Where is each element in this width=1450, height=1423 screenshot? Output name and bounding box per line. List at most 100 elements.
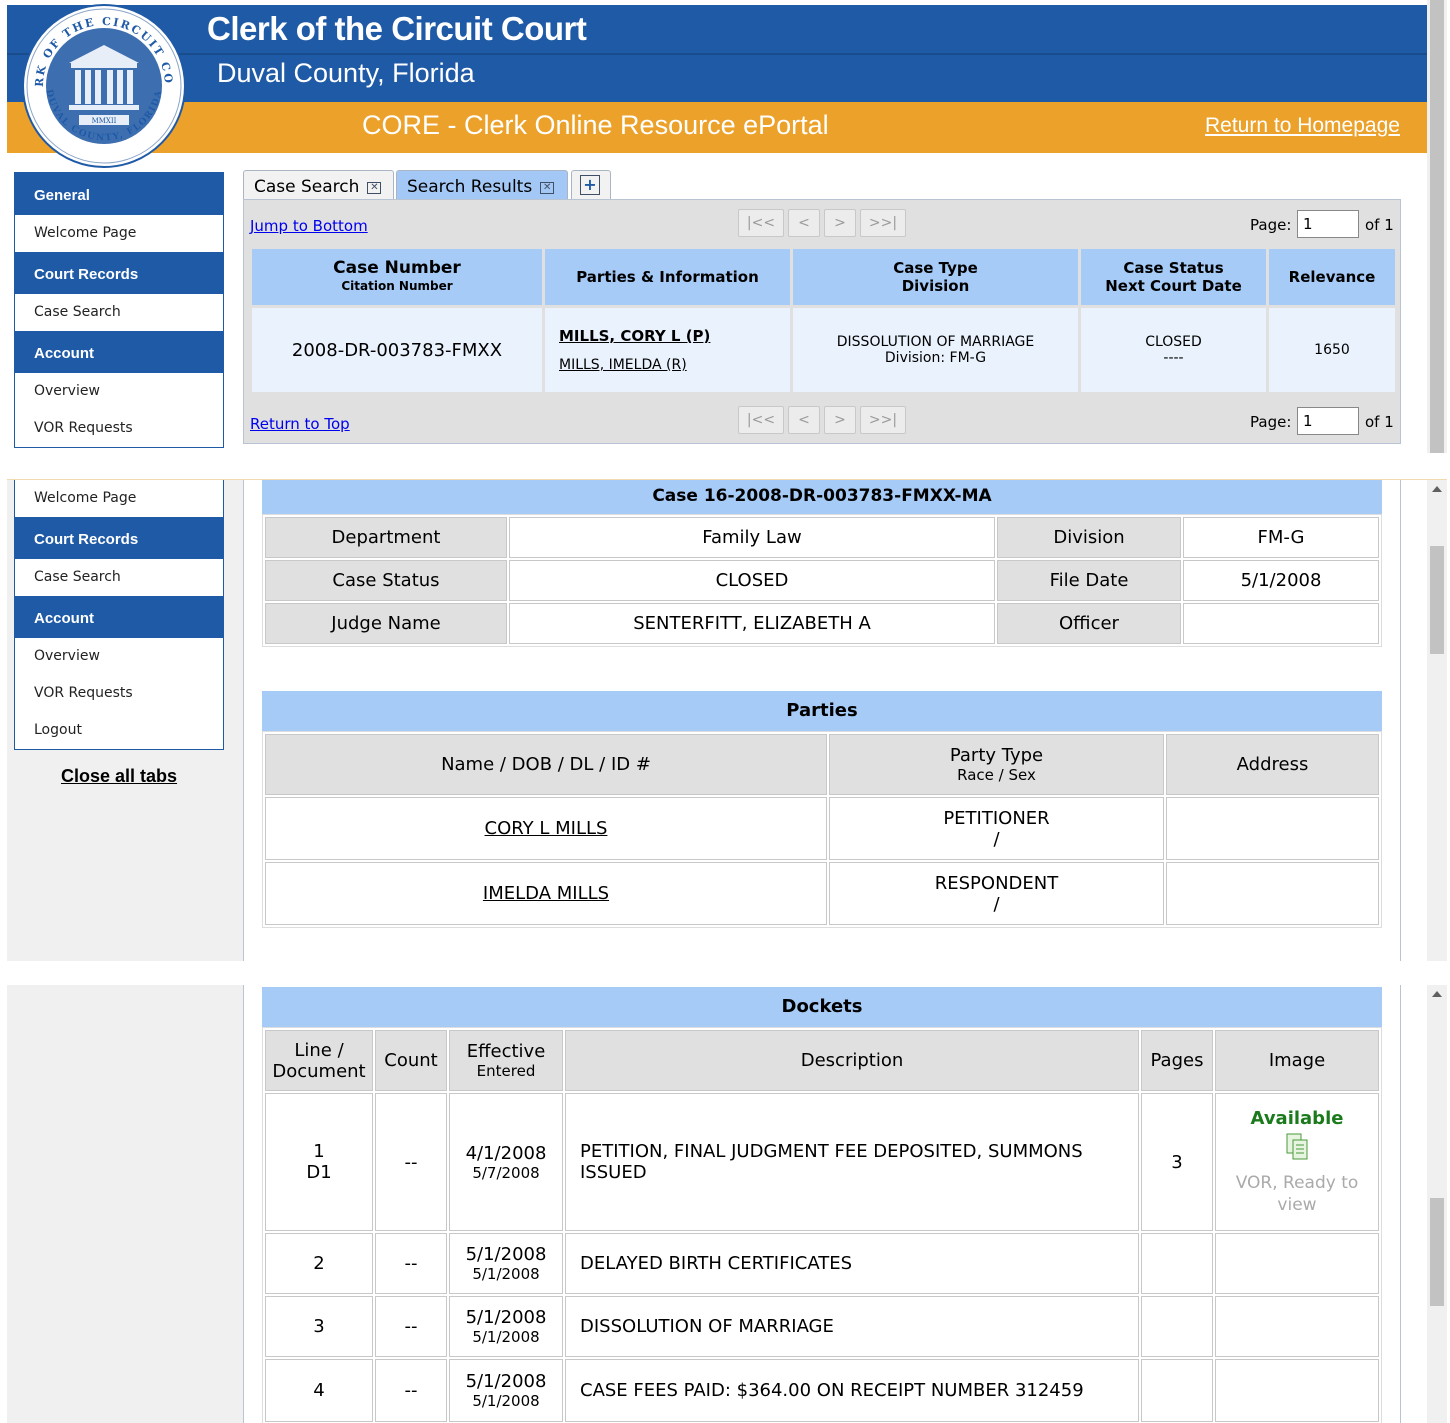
- col-title: Document: [272, 1060, 366, 1082]
- col-pages: Pages: [1141, 1030, 1213, 1091]
- col-case-status[interactable]: Case Status Next Court Date: [1081, 249, 1266, 305]
- close-icon[interactable]: ✕: [540, 182, 555, 194]
- page-scrollbar[interactable]: [1427, 480, 1447, 961]
- next-date-value: ----: [1163, 350, 1184, 366]
- date-cell: 5/1/2008 5/1/2008: [449, 1296, 563, 1357]
- next-page-button[interactable]: >: [824, 209, 856, 237]
- table-row: 2 -- 5/1/2008 5/1/2008 DELAYED BIRTH CERT…: [265, 1233, 1379, 1294]
- col-description: Description: [565, 1030, 1139, 1091]
- page-scrollbar[interactable]: [1427, 0, 1447, 453]
- party-link[interactable]: MILLS, CORY L (P): [559, 327, 790, 345]
- col-subtitle: Next Court Date: [1105, 277, 1242, 295]
- sidebar-item-overview[interactable]: Overview: [15, 638, 223, 675]
- entered-date: 5/1/2008: [472, 1328, 540, 1346]
- party-type: RESPONDENT: [934, 872, 1059, 894]
- pages-cell: [1141, 1359, 1213, 1422]
- col-image: Image: [1215, 1030, 1379, 1091]
- case-title: Case 16-2008-DR-003783-FMXX-MA: [262, 480, 1382, 514]
- table-row[interactable]: 2008-DR-003783-FMXX MILLS, CORY L (P) MI…: [252, 308, 1395, 392]
- tab-case-search[interactable]: Case Search ✕: [243, 170, 394, 200]
- case-info-table: Department Family Law Division FM-G Case…: [262, 514, 1382, 647]
- last-page-button[interactable]: >>|: [860, 209, 906, 237]
- table-row: CORY L MILLS PETITIONER /: [265, 797, 1379, 860]
- page-scrollbar[interactable]: [1427, 985, 1447, 1423]
- page-number-input[interactable]: [1297, 407, 1359, 435]
- next-page-button[interactable]: >: [824, 406, 856, 434]
- image-cell: [1215, 1296, 1379, 1357]
- date-cell: 4/1/2008 5/7/2008: [449, 1093, 563, 1231]
- return-to-homepage-link[interactable]: Return to Homepage: [1205, 114, 1400, 138]
- case-number-cell[interactable]: 2008-DR-003783-FMXX: [252, 308, 542, 392]
- add-tab-button[interactable]: +: [571, 170, 611, 200]
- sidebar-heading-account: Account: [15, 331, 223, 373]
- prev-page-button[interactable]: <: [788, 406, 820, 434]
- return-to-top-link[interactable]: Return to Top: [250, 415, 350, 433]
- race-sex: /: [993, 828, 1000, 850]
- search-results-panel: Jump to Bottom |<< < > >>| Page: of 1 Ca…: [243, 199, 1401, 444]
- image-cell: Available VOR, Ready to view: [1215, 1093, 1379, 1231]
- count-cell: --: [375, 1359, 447, 1422]
- col-line: Line / Document: [265, 1030, 373, 1091]
- parties-title: Parties: [262, 691, 1382, 731]
- sidebar-item-logout[interactable]: Logout: [15, 712, 223, 749]
- prev-page-button[interactable]: <: [788, 209, 820, 237]
- status-cell: CLOSED ----: [1081, 308, 1266, 392]
- party-name-link[interactable]: IMELDA MILLS: [483, 883, 609, 904]
- first-page-button[interactable]: |<<: [738, 209, 784, 237]
- col-relevance[interactable]: Relevance: [1269, 249, 1395, 305]
- tab-label: Search Results: [407, 177, 533, 197]
- division-value: Division: FM-G: [884, 350, 987, 366]
- close-all-tabs-link[interactable]: Close all tabs: [61, 766, 177, 787]
- division-label: Division: [997, 517, 1181, 558]
- last-page-button[interactable]: >>|: [860, 406, 906, 434]
- col-case-type[interactable]: Case Type Division: [793, 249, 1078, 305]
- tab-search-results[interactable]: Search Results ✕: [396, 170, 568, 200]
- file-date-value: 5/1/2008: [1183, 560, 1379, 601]
- pages-cell: 3: [1141, 1093, 1213, 1231]
- page-count: of 1: [1365, 216, 1394, 234]
- results-table: Case Number Citation Number Parties & Inf…: [249, 249, 1398, 392]
- party-link[interactable]: MILLS, IMELDA (R): [559, 357, 790, 373]
- sidebar-item-welcome[interactable]: Welcome Page: [15, 480, 223, 517]
- dockets-panel: Dockets Line / Document Count Effective En…: [243, 985, 1401, 1423]
- dockets-screen: Dockets Line / Document Count Effective En…: [7, 985, 1447, 1423]
- sidebar-item-case-search[interactable]: Case Search: [15, 559, 223, 596]
- sidebar-heading-general: General: [15, 173, 223, 215]
- page-number-input[interactable]: [1297, 210, 1359, 238]
- department-value: Family Law: [509, 517, 995, 558]
- document-icon[interactable]: [1285, 1133, 1309, 1161]
- case-type-value: DISSOLUTION OF MARRIAGE: [836, 334, 1035, 350]
- tab-label: Case Search: [254, 177, 360, 197]
- sidebar-item-vor-requests[interactable]: VOR Requests: [15, 410, 223, 447]
- close-icon[interactable]: ✕: [367, 182, 382, 194]
- party-name-link[interactable]: CORY L MILLS: [485, 818, 608, 839]
- pager-top: |<< < > >>|: [738, 209, 906, 237]
- judge-value: SENTERFITT, ELIZABETH A: [509, 603, 995, 644]
- address-cell: [1166, 797, 1379, 860]
- dockets-table: Line / Document Count Effective Entered De…: [262, 1027, 1382, 1423]
- col-subtitle: Citation Number: [341, 279, 453, 293]
- sidebar-item-case-search[interactable]: Case Search: [15, 294, 223, 331]
- pages-cell: [1141, 1296, 1213, 1357]
- party-name-cell: IMELDA MILLS: [265, 862, 827, 925]
- pages-cell: [1141, 1233, 1213, 1294]
- description-cell: DISSOLUTION OF MARRIAGE: [565, 1296, 1139, 1357]
- search-results-screen: Clerk of the Circuit Court Duval County,…: [7, 0, 1447, 453]
- col-subtitle: Division: [901, 277, 970, 295]
- line-cell: 2: [265, 1233, 373, 1294]
- scroll-up-icon[interactable]: [1432, 486, 1442, 492]
- col-parties[interactable]: Parties & Information: [545, 249, 790, 305]
- col-case-number[interactable]: Case Number Citation Number: [252, 249, 542, 305]
- table-row: IMELDA MILLS RESPONDENT /: [265, 862, 1379, 925]
- first-page-button[interactable]: |<<: [738, 406, 784, 434]
- col-count: Count: [375, 1030, 447, 1091]
- scroll-up-icon[interactable]: [1432, 991, 1442, 997]
- sidebar-item-overview[interactable]: Overview: [15, 373, 223, 410]
- jump-to-bottom-link[interactable]: Jump to Bottom: [250, 217, 368, 235]
- col-party-type: Party Type Race / Sex: [829, 734, 1164, 795]
- sidebar-item-vor-requests[interactable]: VOR Requests: [15, 675, 223, 712]
- officer-value: [1183, 603, 1379, 644]
- sidebar-item-welcome[interactable]: Welcome Page: [15, 215, 223, 252]
- col-title: Effective: [466, 1041, 546, 1062]
- sidebar-heading-court-records: Court Records: [15, 517, 223, 559]
